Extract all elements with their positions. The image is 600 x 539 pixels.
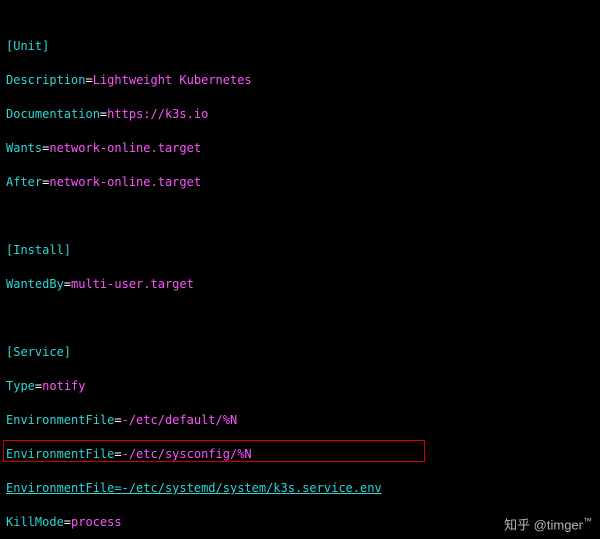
blank-line [6,310,594,327]
unit-documentation-line: Documentation=https://k3s.io [6,106,594,123]
section-header-install: [Install] [6,242,594,259]
service-killmode-line: KillMode=process [6,514,594,531]
section-header-service: [Service] [6,344,594,361]
unit-wants-line: Wants=network-online.target [6,140,594,157]
unit-description-line: Description=Lightweight Kubernetes [6,72,594,89]
service-envfile2-line: EnvironmentFile=-/etc/sysconfig/%N [6,446,594,463]
unit-after-line: After=network-online.target [6,174,594,191]
blank-line [6,208,594,225]
service-envfile1-line: EnvironmentFile=-/etc/default/%N [6,412,594,429]
install-wantedby-line: WantedBy=multi-user.target [6,276,594,293]
section-header-unit: [Unit] [6,38,594,55]
terminal-viewport[interactable]: [Unit] Description=Lightweight Kubernete… [0,0,600,539]
service-type-line: Type=notify [6,378,594,395]
service-envfile3-line: EnvironmentFile=-/etc/systemd/system/k3s… [6,480,594,497]
